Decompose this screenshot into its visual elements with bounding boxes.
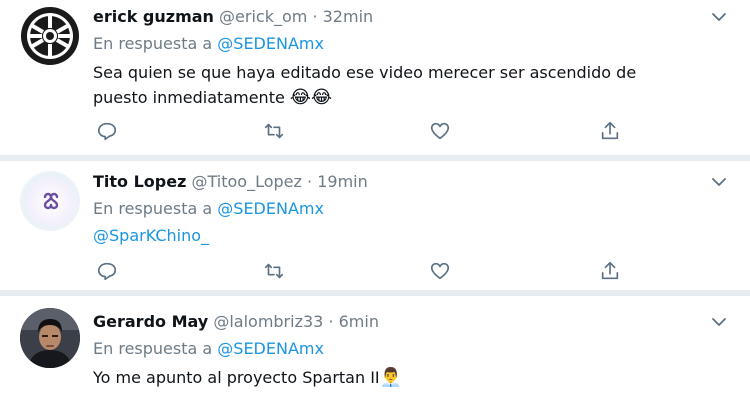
tweet-header: erick guzman @erick_om · 32min bbox=[93, 6, 373, 28]
reply-button[interactable] bbox=[96, 120, 120, 144]
tweet-text: @SparKChino_ bbox=[93, 223, 653, 248]
tweet-feed: erick guzman @erick_om · 32min En respue… bbox=[0, 0, 750, 393]
tweet-actions bbox=[93, 260, 633, 284]
timestamp[interactable]: 32min bbox=[323, 7, 374, 26]
timestamp[interactable]: 6min bbox=[339, 312, 379, 331]
tweet-header: Tito Lopez @Titoo_Lopez · 19min bbox=[93, 171, 368, 193]
galactic-empire-icon bbox=[21, 7, 79, 65]
tweet-actions bbox=[93, 120, 633, 144]
tweet[interactable]: Gerardo May @lalombriz33 · 6min En respu… bbox=[0, 296, 750, 393]
chevron-down-icon[interactable] bbox=[710, 173, 728, 191]
reply-context: En respuesta a @SEDENAmx bbox=[93, 338, 324, 360]
display-name[interactable]: Tito Lopez bbox=[93, 172, 186, 191]
reply-context: En respuesta a @SEDENAmx bbox=[93, 33, 324, 55]
heart-icon bbox=[430, 122, 450, 140]
tweet-header: Gerardo May @lalombriz33 · 6min bbox=[93, 311, 379, 333]
emoji: 😂😂 bbox=[289, 87, 332, 108]
tweet-text-content: Yo me apunto al proyecto Spartan II bbox=[93, 368, 380, 387]
like-button[interactable] bbox=[429, 120, 453, 144]
avatar[interactable] bbox=[20, 171, 80, 231]
tweet-text: Sea quien se que haya editado ese video … bbox=[93, 60, 653, 110]
reply-button[interactable] bbox=[96, 260, 120, 284]
timestamp[interactable]: 19min bbox=[317, 172, 368, 191]
user-handle[interactable]: @Titoo_Lopez bbox=[192, 172, 302, 191]
avatar[interactable] bbox=[20, 308, 80, 368]
user-handle[interactable]: @erick_om bbox=[219, 7, 307, 26]
emoji: 👨‍💼 bbox=[379, 367, 403, 388]
user-photo bbox=[20, 308, 80, 368]
chevron-down-icon[interactable] bbox=[710, 8, 728, 26]
display-name[interactable]: Gerardo May bbox=[93, 312, 208, 331]
tweet[interactable]: erick guzman @erick_om · 32min En respue… bbox=[0, 0, 750, 160]
chevron-down-icon[interactable] bbox=[710, 313, 728, 331]
reply-icon bbox=[97, 262, 117, 281]
like-button[interactable] bbox=[429, 260, 453, 284]
logo-icon bbox=[21, 172, 79, 230]
reply-icon bbox=[97, 122, 117, 141]
reply-prefix: En respuesta a bbox=[93, 339, 213, 358]
user-handle[interactable]: @lalombriz33 bbox=[213, 312, 323, 331]
separator: · bbox=[328, 312, 334, 331]
separator: · bbox=[307, 172, 313, 191]
heart-icon bbox=[430, 262, 450, 280]
reply-to-link[interactable]: @SEDENAmx bbox=[217, 339, 324, 358]
retweet-button[interactable] bbox=[263, 120, 287, 144]
retweet-icon bbox=[264, 123, 284, 139]
display-name[interactable]: erick guzman bbox=[93, 7, 214, 26]
share-icon bbox=[601, 261, 619, 280]
reply-to-link[interactable]: @SEDENAmx bbox=[217, 199, 324, 218]
share-icon bbox=[601, 121, 619, 140]
mention-link[interactable]: @SparKChino_ bbox=[93, 226, 209, 245]
separator: · bbox=[312, 7, 318, 26]
tweet[interactable]: Tito Lopez @Titoo_Lopez · 19min En respu… bbox=[0, 161, 750, 290]
tweet-text-content: Sea quien se que haya editado ese video … bbox=[93, 63, 637, 107]
retweet-button[interactable] bbox=[263, 260, 287, 284]
reply-prefix: En respuesta a bbox=[93, 34, 213, 53]
reply-to-link[interactable]: @SEDENAmx bbox=[217, 34, 324, 53]
share-button[interactable] bbox=[599, 260, 623, 284]
share-button[interactable] bbox=[599, 120, 623, 144]
avatar[interactable] bbox=[20, 6, 80, 66]
retweet-icon bbox=[264, 263, 284, 279]
tweet-text: Yo me apunto al proyecto Spartan II👨‍💼 bbox=[93, 365, 653, 390]
reply-context: En respuesta a @SEDENAmx bbox=[93, 198, 324, 220]
reply-prefix: En respuesta a bbox=[93, 199, 213, 218]
